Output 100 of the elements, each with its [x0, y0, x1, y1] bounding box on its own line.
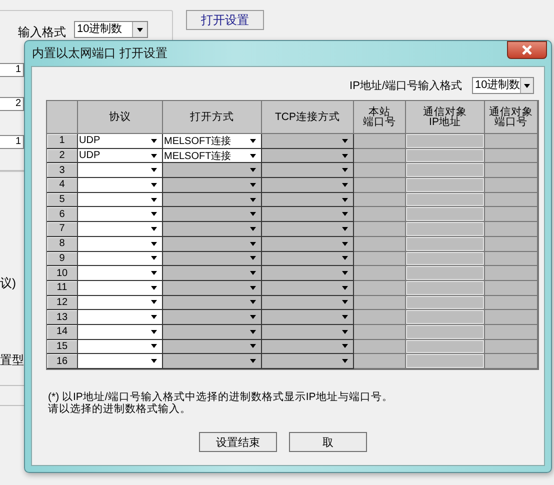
open-method-dropdown[interactable] [163, 222, 262, 237]
protocol-dropdown[interactable] [78, 354, 163, 369]
caret-icon [250, 330, 256, 334]
protocol-dropdown[interactable] [78, 296, 163, 310]
table-cell [354, 310, 406, 325]
dialog-button[interactable]: 设置结束 [199, 432, 277, 452]
caret-icon [342, 226, 348, 231]
open-method-dropdown[interactable] [163, 192, 262, 208]
open-method-dropdown[interactable]: MELSOFT连接 [163, 148, 262, 164]
caret-icon [250, 344, 256, 348]
table-cell [354, 236, 406, 252]
open-method-dropdown[interactable] [163, 266, 262, 281]
option-label: 议) [0, 275, 16, 292]
protocol-dropdown[interactable] [78, 310, 163, 325]
format-dropdown[interactable]: 10进制数 [74, 21, 148, 38]
tcp-mode-dropdown[interactable] [262, 222, 354, 237]
number-field[interactable]: 2 [0, 97, 24, 111]
open-method-dropdown[interactable] [163, 252, 262, 266]
tcp-mode-dropdown[interactable] [262, 163, 354, 178]
tcp-mode-dropdown[interactable] [262, 324, 354, 340]
caret-icon [342, 286, 348, 290]
open-method-dropdown[interactable] [163, 340, 262, 354]
column-header: 打开方式 [163, 101, 262, 134]
close-button[interactable] [507, 40, 547, 58]
caret-icon [151, 256, 157, 260]
open-method-dropdown[interactable] [163, 354, 262, 369]
column-header: 本站 端口号 [354, 101, 406, 134]
caret-icon [342, 344, 348, 348]
row-number: 5 [47, 192, 78, 208]
format-dropdown[interactable]: 10进制数 [472, 77, 534, 94]
tcp-mode-dropdown[interactable] [262, 207, 354, 222]
open-method-dropdown[interactable] [163, 236, 262, 252]
protocol-dropdown[interactable] [78, 163, 163, 178]
protocol-dropdown[interactable] [78, 340, 163, 354]
open-method-dropdown[interactable] [163, 280, 262, 296]
tcp-mode-dropdown[interactable] [262, 134, 354, 149]
column-header: 通信对象 IP地址 [406, 101, 485, 134]
table-cell [354, 324, 406, 340]
tcp-mode-dropdown[interactable] [262, 354, 354, 369]
format-label: 输入格式 [18, 24, 66, 41]
protocol-dropdown[interactable] [78, 222, 163, 237]
tcp-mode-dropdown[interactable] [262, 340, 354, 354]
row-number: 10 [47, 266, 78, 281]
protocol-dropdown[interactable]: UDP [78, 148, 163, 164]
window-title: 内置以太网端口 打开设置 [32, 45, 168, 62]
table-cell [354, 222, 406, 237]
number-field[interactable]: 1 [0, 63, 24, 77]
protocol-dropdown[interactable] [78, 280, 163, 296]
tcp-mode-dropdown[interactable] [262, 178, 354, 193]
table-cell [354, 340, 406, 354]
tcp-mode-dropdown[interactable] [262, 280, 354, 296]
caret-icon [151, 242, 157, 246]
caret-icon [151, 300, 157, 304]
protocol-dropdown[interactable] [78, 252, 163, 266]
caret-icon [151, 182, 157, 187]
caret-icon [250, 315, 256, 320]
caret-icon [250, 154, 256, 158]
column-header: 通信对象 端口号 [485, 101, 538, 134]
caret-icon [250, 226, 256, 231]
open-method-dropdown[interactable]: MELSOFT连接 [163, 134, 262, 149]
caret-icon [250, 256, 256, 260]
dialog-button[interactable]: 取 [289, 432, 367, 452]
open-method-dropdown[interactable] [163, 310, 262, 325]
tcp-mode-dropdown[interactable] [262, 252, 354, 266]
caret-icon [151, 154, 157, 158]
caret-icon [250, 182, 256, 187]
table-cell [354, 207, 406, 222]
caret-icon [342, 154, 348, 158]
protocol-dropdown[interactable]: UDP [78, 134, 163, 149]
tcp-mode-dropdown[interactable] [262, 266, 354, 281]
tcp-mode-dropdown[interactable] [262, 296, 354, 310]
caret-icon [151, 344, 157, 348]
caret-icon [250, 286, 256, 290]
tcp-mode-dropdown[interactable] [262, 236, 354, 252]
number-field[interactable]: 1 [0, 135, 24, 149]
open-method-dropdown[interactable] [163, 207, 262, 222]
tcp-mode-dropdown[interactable] [262, 192, 354, 208]
format-label: IP地址/端口号输入格式 [350, 79, 462, 93]
row-number: 4 [47, 178, 78, 193]
protocol-dropdown[interactable] [78, 266, 163, 281]
caret-icon [250, 242, 256, 246]
tcp-mode-dropdown[interactable] [262, 148, 354, 164]
row-number: 16 [47, 354, 78, 369]
row-number: 8 [47, 236, 78, 252]
tcp-mode-dropdown[interactable] [262, 310, 354, 325]
option-label: 置型 [0, 352, 24, 369]
protocol-dropdown[interactable] [78, 236, 163, 252]
open-settings-button[interactable]: 打开设置 [186, 10, 264, 30]
caret-icon [342, 315, 348, 320]
caret-icon [342, 182, 348, 187]
protocol-dropdown[interactable] [78, 192, 163, 208]
protocol-dropdown[interactable] [78, 207, 163, 222]
open-method-dropdown[interactable] [163, 296, 262, 310]
protocol-dropdown[interactable] [78, 324, 163, 340]
row-number: 6 [47, 207, 78, 222]
open-method-dropdown[interactable] [163, 178, 262, 193]
caret-icon [342, 242, 348, 246]
protocol-dropdown[interactable] [78, 178, 163, 193]
open-method-dropdown[interactable] [163, 163, 262, 178]
open-method-dropdown[interactable] [163, 324, 262, 340]
